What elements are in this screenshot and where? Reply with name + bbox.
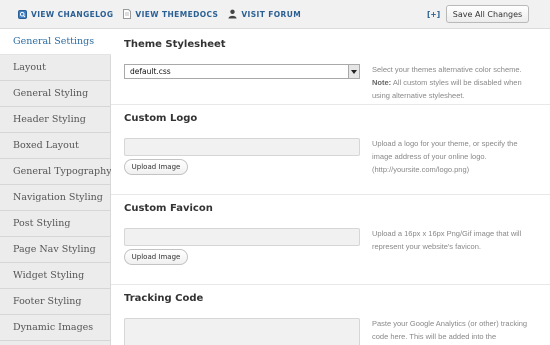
- stylesheet-select[interactable]: default.css: [124, 64, 360, 79]
- person-icon: [228, 9, 237, 19]
- section-divider: [111, 104, 550, 105]
- stylesheet-select-value: default.css: [130, 67, 171, 76]
- logo-url-input[interactable]: [124, 138, 360, 156]
- top-toolbar: View Changelog View Themedocs Visit Foru…: [0, 0, 550, 29]
- stylesheet-desc-note: Note:: [372, 78, 392, 87]
- visit-forum-link[interactable]: Visit Forum: [228, 9, 301, 19]
- sidebar-item-header-styling[interactable]: Header Styling: [0, 107, 110, 133]
- sidebar-item-navigation-styling[interactable]: Navigation Styling: [0, 185, 110, 211]
- theme-stylesheet-title: Theme Stylesheet: [124, 39, 226, 50]
- sidebar-item-general-typography[interactable]: General Typography: [0, 159, 112, 185]
- sidebar-item-layout[interactable]: Layout: [0, 55, 110, 81]
- changelog-icon: [18, 9, 27, 19]
- sidebar-item-boxed-layout[interactable]: Boxed Layout: [0, 133, 110, 159]
- sidebar-item-page-nav-styling[interactable]: Page Nav Styling: [0, 237, 110, 263]
- expand-all-link[interactable]: [+]: [427, 10, 440, 19]
- custom-favicon-title: Custom Favicon: [124, 203, 213, 214]
- logo-description: Upload a logo for your theme, or specify…: [372, 139, 518, 174]
- favicon-description: Upload a 16px x 16px Png/Gif image that …: [372, 229, 522, 251]
- settings-panel: Theme Stylesheet default.css Select your…: [111, 29, 550, 345]
- document-icon: [123, 9, 132, 19]
- sidebar-item-dynamic-images[interactable]: Dynamic Images: [0, 315, 110, 341]
- stylesheet-desc-note-text: All custom styles will be disabled when …: [372, 78, 522, 100]
- sidebar-item-general-styling[interactable]: General Styling: [0, 81, 110, 107]
- select-arrow-icon: [348, 65, 359, 78]
- stylesheet-description: Select your themes alternative color sch…: [372, 63, 537, 102]
- stylesheet-desc-text: Select your themes alternative color sch…: [372, 65, 522, 74]
- visit-forum-label: Visit Forum: [241, 9, 302, 19]
- sidebar-item-post-styling[interactable]: Post Styling: [0, 211, 110, 237]
- upload-favicon-button[interactable]: Upload Image: [124, 249, 188, 265]
- tracking-code-textarea[interactable]: [124, 318, 360, 345]
- section-divider: [111, 284, 550, 285]
- sidebar-item-general-settings[interactable]: General Settings: [0, 29, 111, 55]
- favicon-url-input[interactable]: [124, 228, 360, 246]
- section-divider: [111, 194, 550, 195]
- view-themedocs-label: View Themedocs: [135, 9, 219, 19]
- sidebar-item-widget-styling[interactable]: Widget Styling: [0, 263, 110, 289]
- sidebar-item-footer-styling[interactable]: Footer Styling: [0, 289, 110, 315]
- view-changelog-link[interactable]: View Changelog: [18, 9, 114, 19]
- view-changelog-label: View Changelog: [31, 9, 114, 19]
- custom-logo-title: Custom Logo: [124, 113, 198, 124]
- upload-logo-button[interactable]: Upload Image: [124, 159, 188, 175]
- tracking-description: Paste your Google Analytics (or other) t…: [372, 319, 528, 341]
- view-themedocs-link[interactable]: View Themedocs: [123, 9, 218, 19]
- save-all-changes-button[interactable]: Save All Changes: [446, 5, 529, 23]
- settings-sidebar: General Settings Layout General Styling …: [0, 29, 112, 345]
- tracking-code-title: Tracking Code: [124, 293, 204, 304]
